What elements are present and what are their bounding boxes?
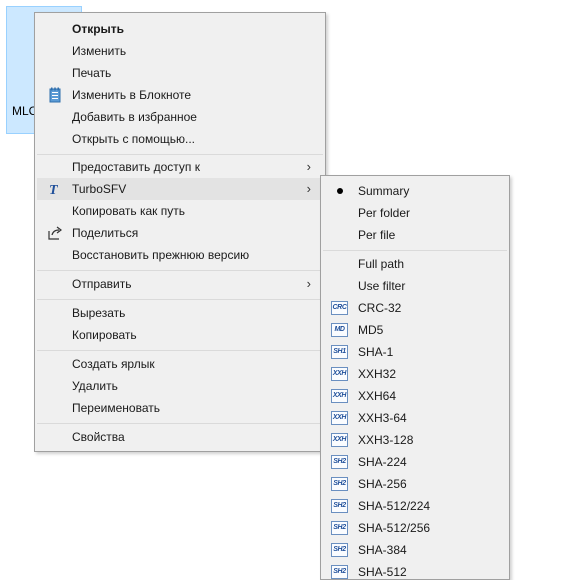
menu-item-add-favorites[interactable]: Добавить в избранное <box>37 106 323 128</box>
menu-item-cut-label: Вырезать <box>72 306 126 320</box>
submenu-item-hash[interactable]: SH2 SHA-384 <box>323 539 507 561</box>
hash-type-icon: CRC <box>331 301 348 315</box>
menu-separator <box>37 270 323 271</box>
menu-item-share[interactable]: Поделиться <box>37 222 323 244</box>
submenu-item-hash[interactable]: XXH XXH32 <box>323 363 507 385</box>
submenu-item-per-folder[interactable]: Per folder <box>323 202 507 224</box>
menu-item-create-shortcut[interactable]: Создать ярлык <box>37 353 323 375</box>
menu-item-give-access[interactable]: Предоставить доступ к › <box>37 156 323 178</box>
submenu-item-per-file-label: Per file <box>358 228 396 242</box>
context-menu: Открыть Изменить Печать Изменить в Блокн… <box>34 12 326 452</box>
share-icon <box>47 225 63 241</box>
hash-type-icon: SH2 <box>331 499 348 513</box>
submenu-item-hash-label: CRC-32 <box>358 301 402 315</box>
hash-type-icon: XXH <box>331 433 348 447</box>
menu-item-edit[interactable]: Изменить <box>37 40 323 62</box>
notepad-icon <box>47 87 63 103</box>
submenu-item-hash-label: SHA-512/224 <box>358 499 431 513</box>
submenu-item-hash[interactable]: XXH XXH3-64 <box>323 407 507 429</box>
menu-item-turbosfv-label: TurboSFV <box>72 182 127 196</box>
hash-type-icon: SH2 <box>331 477 348 491</box>
submenu-item-hash[interactable]: SH2 SHA-256 <box>323 473 507 495</box>
menu-item-edit-label: Изменить <box>72 44 127 58</box>
menu-item-copy-path[interactable]: Копировать как путь <box>37 200 323 222</box>
menu-item-rename[interactable]: Переименовать <box>37 397 323 419</box>
menu-item-properties-label: Свойства <box>72 430 125 444</box>
menu-item-turbosfv[interactable]: T TurboSFV › <box>37 178 323 200</box>
menu-separator <box>37 350 323 351</box>
submenu-item-hash[interactable]: XXH XXH3-128 <box>323 429 507 451</box>
submenu-item-per-file[interactable]: Per file <box>323 224 507 246</box>
menu-item-delete-label: Удалить <box>72 379 118 393</box>
menu-item-open-label: Открыть <box>72 22 125 36</box>
submenu-item-use-filter-label: Use filter <box>358 279 406 293</box>
menu-item-send-to-label: Отправить <box>72 277 132 291</box>
submenu-item-per-folder-label: Per folder <box>358 206 411 220</box>
submenu-item-hash-label: SHA-224 <box>358 455 407 469</box>
menu-item-edit-notepad-label: Изменить в Блокноте <box>72 88 192 102</box>
hash-type-icon: XXH <box>331 367 348 381</box>
menu-item-delete[interactable]: Удалить <box>37 375 323 397</box>
submenu-item-hash-label: SHA-384 <box>358 543 407 557</box>
menu-item-edit-notepad[interactable]: Изменить в Блокноте <box>37 84 323 106</box>
radio-bullet-icon <box>337 188 343 194</box>
menu-item-properties[interactable]: Свойства <box>37 426 323 448</box>
menu-item-print-label: Печать <box>72 66 112 80</box>
chevron-right-icon: › <box>306 159 311 174</box>
submenu-item-hash-label: XXH32 <box>358 367 397 381</box>
menu-item-restore-versions[interactable]: Восстановить прежнюю версию <box>37 244 323 266</box>
chevron-right-icon: › <box>306 276 311 291</box>
menu-item-copy-path-label: Копировать как путь <box>72 204 185 218</box>
hash-type-icon: MD <box>331 323 348 337</box>
menu-item-open-with[interactable]: Открыть с помощью... <box>37 128 323 150</box>
submenu-item-hash[interactable]: MD MD5 <box>323 319 507 341</box>
menu-separator <box>37 299 323 300</box>
submenu-item-hash-label: SHA-1 <box>358 345 394 359</box>
submenu-item-summary-label: Summary <box>358 184 410 198</box>
menu-item-restore-versions-label: Восстановить прежнюю версию <box>72 248 250 262</box>
menu-item-send-to[interactable]: Отправить › <box>37 273 323 295</box>
submenu-item-summary[interactable]: Summary <box>323 180 507 202</box>
submenu-item-hash-label: XXH64 <box>358 389 397 403</box>
submenu-item-hash[interactable]: SH2 SHA-224 <box>323 451 507 473</box>
submenu-item-full-path-label: Full path <box>358 257 405 271</box>
menu-separator <box>323 250 507 251</box>
submenu-item-hash[interactable]: SH2 SHA-512/224 <box>323 495 507 517</box>
submenu-item-use-filter[interactable]: Use filter <box>323 275 507 297</box>
submenu-item-hash-label: SHA-512/256 <box>358 521 431 535</box>
submenu-item-hash[interactable]: XXH XXH64 <box>323 385 507 407</box>
submenu-item-hash[interactable]: CRC CRC-32 <box>323 297 507 319</box>
hash-type-icon: XXH <box>331 389 348 403</box>
menu-item-share-label: Поделиться <box>72 226 139 240</box>
menu-item-copy-label: Копировать <box>72 328 137 342</box>
submenu-item-hash[interactable]: SH2 SHA-512/256 <box>323 517 507 539</box>
turbosfv-icon: T <box>47 181 63 198</box>
hash-type-icon: SH1 <box>331 345 348 359</box>
menu-item-open-with-label: Открыть с помощью... <box>72 132 196 146</box>
submenu-item-hash-label: XXH3-64 <box>358 411 407 425</box>
hash-type-icon: SH2 <box>331 455 348 469</box>
hash-type-icon: XXH <box>331 411 348 425</box>
hash-type-icon: SH2 <box>331 565 348 579</box>
submenu-item-hash[interactable]: SH1 SHA-1 <box>323 341 507 363</box>
menu-item-print[interactable]: Печать <box>37 62 323 84</box>
menu-item-open[interactable]: Открыть <box>37 18 323 40</box>
submenu-item-full-path[interactable]: Full path <box>323 253 507 275</box>
chevron-right-icon: › <box>306 181 311 196</box>
submenu-item-hash-label: MD5 <box>358 323 384 337</box>
submenu-item-hash-label: XXH3-128 <box>358 433 414 447</box>
menu-item-copy[interactable]: Копировать <box>37 324 323 346</box>
menu-item-give-access-label: Предоставить доступ к <box>72 160 200 174</box>
turbosfv-submenu: Summary Per folder Per file Full path Us… <box>320 175 510 580</box>
svg-text:T: T <box>49 183 59 197</box>
hash-type-icon: SH2 <box>331 543 348 557</box>
menu-separator <box>37 423 323 424</box>
hash-type-icon: SH2 <box>331 521 348 535</box>
menu-item-cut[interactable]: Вырезать <box>37 302 323 324</box>
menu-item-create-shortcut-label: Создать ярлык <box>72 357 155 371</box>
menu-item-rename-label: Переименовать <box>72 401 160 415</box>
menu-item-add-favorites-label: Добавить в избранное <box>72 110 197 124</box>
menu-separator <box>37 154 323 155</box>
submenu-item-hash-label: SHA-256 <box>358 477 407 491</box>
